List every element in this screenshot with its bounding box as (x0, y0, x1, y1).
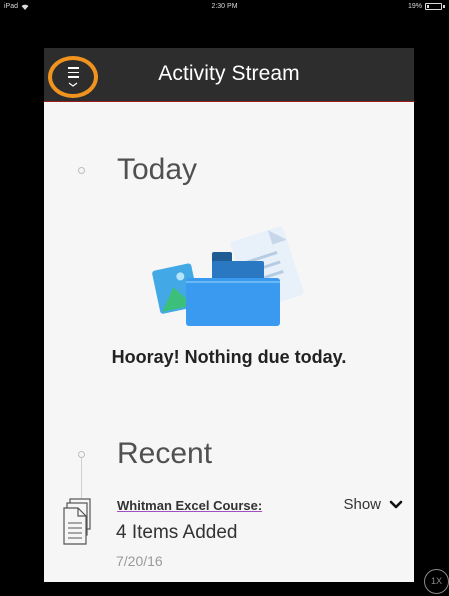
status-bar: iPad 2:30 PM 19% (0, 0, 449, 16)
course-link[interactable]: Whitman Excel Course: (117, 498, 262, 513)
app-window: Activity Stream Today Hooray! Nothing du… (44, 48, 414, 582)
page-title: Activity Stream (158, 62, 300, 85)
folder-documents-illustration (152, 226, 304, 326)
document-stack-icon (63, 498, 91, 545)
timeline-line (81, 455, 82, 500)
show-toggle-label: Show (343, 496, 381, 513)
battery-fill (427, 5, 429, 8)
timeline-dot-today (78, 167, 85, 174)
status-right: 19% (408, 3, 445, 10)
zoom-badge[interactable]: 1X (424, 569, 449, 594)
battery-icon (425, 3, 442, 10)
activity-date: 7/20/16 (116, 553, 163, 569)
chevron-down-icon (389, 500, 403, 508)
header-bar: Activity Stream (44, 48, 414, 102)
empty-state-message: Hooray! Nothing due today. (111, 347, 347, 367)
section-title-recent: Recent (117, 437, 213, 470)
show-toggle[interactable]: Show (343, 496, 403, 513)
status-time: 2:30 PM (211, 3, 238, 10)
battery-percent: 19% (407, 3, 422, 10)
activity-summary: 4 Items Added (116, 522, 238, 543)
battery-tip (443, 5, 445, 8)
timeline-dot-recent (78, 451, 85, 458)
section-title-today: Today (117, 153, 198, 186)
